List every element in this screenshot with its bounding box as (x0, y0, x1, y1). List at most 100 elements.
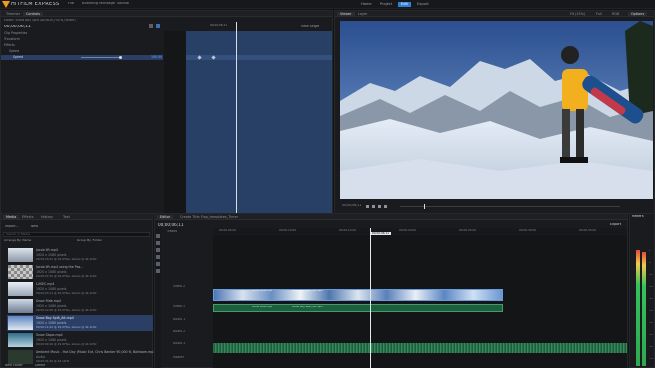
speed-track-row (186, 55, 332, 60)
playhead-timecode: 00;00;06;11 (370, 232, 392, 235)
ruler-tick: 00;00;10;00 (279, 229, 297, 232)
audio-waveform-icon (8, 350, 33, 364)
property-tree: Clip Properties Transform Effects Speed … (1, 31, 163, 213)
select-tool-icon[interactable] (156, 234, 160, 238)
tab-layer[interactable]: Layer (355, 12, 370, 17)
ruler-tick: 00;00;05;00 (219, 229, 237, 232)
colorspace-dropdown[interactable]: RGB (609, 12, 622, 17)
view-single-toggle[interactable]: View Single (301, 25, 319, 28)
roll-tool-icon[interactable] (156, 255, 160, 259)
media-item[interactable]: Snow Slope.mp4 1920 x 1080 pixels 00;00;… (7, 332, 153, 348)
viewer-options-button[interactable]: Options (628, 12, 648, 17)
speed-value[interactable]: 100.00 (151, 55, 162, 59)
ruler-tick: 00;00;25;00 (459, 229, 477, 232)
new-folder-button[interactable]: New Folder (5, 364, 23, 367)
media-item[interactable]: Jacob lift.mp4 1920 x 1080 pixels 00;00;… (7, 247, 153, 263)
play-icon[interactable] (372, 205, 375, 208)
playhead-line[interactable] (236, 22, 237, 213)
media-item-detail: 00;00;03;11 @ 29.97fps, stereo @ 44.1kHz (36, 291, 97, 295)
meter-scale-label: -30 (649, 310, 653, 312)
tracks-area[interactable]: Snow Ride.mp4 Snow Boy Split_Alt.mp4 Sno… (213, 235, 627, 368)
loop-icon[interactable] (384, 205, 387, 208)
track-master[interactable]: Master (173, 356, 184, 359)
ruler-tick: 00;00;15;00 (339, 229, 357, 232)
rate-stretch-tool-icon[interactable] (156, 269, 160, 273)
keyframe-area[interactable]: 00;00;06;11 (164, 22, 332, 213)
app-window: { "app": {"name": "HITFILM EXPRESS", "fi… (0, 0, 655, 368)
controls-timecode[interactable]: 00;00;06;11 (4, 25, 31, 29)
music-audio-clip[interactable] (213, 343, 627, 353)
tab-text[interactable]: Text (60, 215, 73, 220)
group-dropdown[interactable]: Group By: Folder (77, 239, 102, 242)
meter-scale-label: -54 (649, 358, 653, 360)
track-audio-3[interactable]: Audio 3 (173, 342, 185, 345)
media-item-name: Snow Slope.mp4 (36, 333, 63, 337)
media-item[interactable]: LUSEC.mp4 1920 x 1080 pixels 00;00;03;11… (7, 281, 153, 297)
tab-effects[interactable]: Effects (19, 215, 37, 220)
tab-history[interactable]: History (38, 215, 56, 220)
meter-scale-label: -48 (649, 346, 653, 348)
track-audio-1[interactable]: Audio 1 (173, 318, 185, 321)
editor-timecode[interactable]: 00;00;06;11 (158, 223, 184, 227)
timeline-playhead[interactable] (370, 228, 371, 368)
tab-viewer[interactable]: Viewer (337, 12, 355, 17)
tab-media[interactable]: Media (3, 215, 20, 220)
slip-tool-icon[interactable] (156, 248, 160, 252)
viewer-scrubber-handle[interactable] (424, 204, 425, 209)
quality-dropdown[interactable]: Full (593, 12, 605, 17)
speed-slider[interactable] (81, 57, 121, 58)
media-item-name: LUSEC.mp4 (36, 282, 55, 286)
speed-slider-handle[interactable] (119, 56, 122, 59)
media-panel: Media Effects History Text Import... New… (0, 213, 154, 368)
media-search-input[interactable]: Search in Media (3, 232, 150, 237)
import-button[interactable]: Import... (5, 225, 19, 228)
controls-header: Editor: Snow Boy Split Alt(HDR_FNTN_Fold… (4, 19, 76, 22)
step-forward-icon[interactable] (378, 205, 381, 208)
video-clip[interactable]: Snow Ride.mp4 Snow Boy Split_Alt.mp4 (213, 289, 503, 301)
media-item[interactable]: Snow Ride.mp4 1920 x 1080 pixels 00;00;1… (7, 298, 153, 314)
track-video-1[interactable]: Video 1 (173, 305, 185, 308)
media-item-detail: 00;00;07;25 @ 29.97fps, stereo @ 44.1kHz (36, 274, 97, 278)
tab-editor[interactable]: Editor (157, 215, 174, 220)
media-item-name: Snow Boy Split_Alt.mp4 (36, 316, 74, 320)
audio-clip[interactable]: Snow Ride.mp4 Snow Boy Split_Alt.mp4 (213, 304, 503, 312)
media-item[interactable]: Jacob lift.mp4 using the Pos... 1920 x 1… (7, 264, 153, 280)
workspace-tab-edit[interactable]: Edit (398, 2, 411, 7)
arrange-dropdown[interactable]: Arrange By: Name (4, 239, 31, 242)
export-button[interactable]: Export (610, 223, 621, 226)
tree-clip-properties[interactable]: Clip Properties (4, 31, 27, 35)
tree-transform[interactable]: Transform (4, 37, 20, 41)
viewer-frame[interactable] (340, 21, 653, 199)
selected-property-row[interactable]: Speed 100.00 (1, 55, 163, 60)
workspace-tab-export[interactable]: Export (414, 2, 432, 7)
new-button[interactable]: New (31, 225, 38, 228)
tree-effects[interactable]: Effects (4, 43, 15, 47)
keyframe-icon[interactable] (149, 24, 153, 28)
tracks-header: Tracks (167, 230, 177, 233)
media-item[interactable]: Ambient Music - Hot Day (Music Ext, Chri… (7, 349, 154, 365)
editor-tabstrip: Editor Create Title Flop_templates_Timer (155, 214, 627, 220)
keyframe-ruler-label: 00;00;06;11 (210, 24, 228, 27)
controls-panel: Trimmer Controls Editor: Snow Boy Split … (0, 10, 333, 214)
tree-speed-group[interactable]: Speed (9, 49, 19, 53)
ripple-tool-icon[interactable] (156, 262, 160, 266)
file-menu[interactable]: File (68, 2, 74, 6)
tab-controls[interactable]: Controls (23, 12, 44, 17)
track-video-2[interactable]: Video 2 (173, 285, 185, 288)
settings-icon[interactable] (156, 24, 160, 28)
workspace-tab-project[interactable]: Project (377, 2, 395, 7)
tab-trimmer[interactable]: Trimmer (3, 12, 23, 17)
ruler-tick: 00;00;35;00 (579, 229, 597, 232)
timeline-ruler[interactable]: 00;00;05;00 00;00;10;00 00;00;15;00 00;0… (213, 228, 627, 234)
audio-clip-label: Snow Ride.mp4 (252, 306, 273, 308)
track-audio-2[interactable]: Audio 2 (173, 330, 185, 333)
viewer-timecode[interactable]: 00;00;06;11 (342, 204, 361, 207)
step-back-icon[interactable] (366, 205, 369, 208)
viewer-scrubber[interactable] (400, 206, 620, 207)
slice-tool-icon[interactable] (156, 241, 160, 245)
tab-composite[interactable]: Create Title Flop_templates_Timer (177, 215, 241, 220)
media-item-selected[interactable]: Snow Boy Split_Alt.mp4 1920 x 1080 pixel… (7, 315, 153, 331)
zoom-dropdown[interactable]: Fit (25%) (567, 12, 588, 17)
delete-button[interactable]: Delete (35, 364, 45, 367)
workspace-tab-home[interactable]: Home (358, 2, 375, 7)
